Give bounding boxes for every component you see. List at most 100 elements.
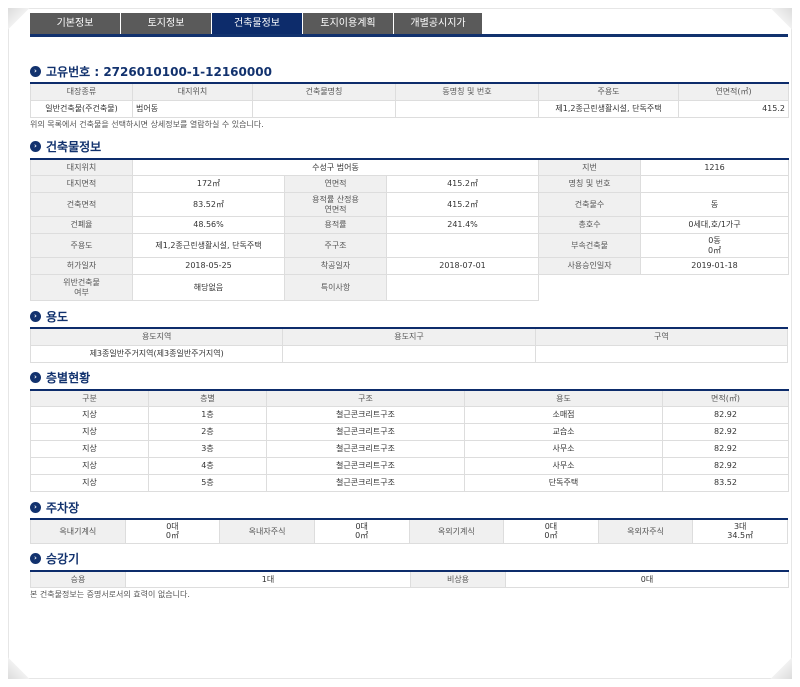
corner-decoration	[8, 657, 30, 679]
tab-bar: 기본정보 토지정보 건축물정보 토지이용계획 개별공시지가	[30, 13, 788, 37]
table-header: 대장종류	[30, 82, 133, 101]
field-value: 0대	[505, 570, 789, 588]
table-cell	[282, 344, 536, 363]
floors-table: 구분 층별 구조 용도 면적(㎡) 지상 1층 철근콘크리트구조 소매점 82.…	[30, 388, 789, 492]
table-cell: 83.52	[662, 474, 789, 492]
ledger-table: 대장종류 대지위치 건축물명칭 동명칭 및 번호 주용도 연면적(㎡) 일반건축…	[30, 82, 789, 118]
field-value: 1216	[640, 158, 790, 176]
section-elevator: › 승강기	[30, 548, 788, 570]
field-label: 주용도	[30, 233, 133, 258]
corner-decoration	[8, 8, 30, 30]
tab-building-info[interactable]: 건축물정보	[212, 13, 302, 34]
table-cell[interactable]: 일반건축물(주건축물)	[30, 99, 133, 118]
field-label: 명칭 및 번호	[538, 175, 642, 193]
field-value: 83.52㎡	[132, 192, 285, 217]
tab-land-info[interactable]: 토지정보	[121, 13, 211, 34]
table-cell: 제3종일반주거지역(제3종일반주거지역)	[29, 344, 284, 363]
ledger-row[interactable]: 일반건축물(주건축물) 범어동 제1,2종근린생활시설, 단독주택 415.2	[30, 99, 789, 118]
usage-table: 용도지역 용도지구 구역 제3종일반주거지역(제3종일반주거지역)	[29, 327, 789, 363]
table-header: 대지위치	[132, 82, 253, 101]
table-cell: 82.92	[662, 440, 789, 458]
field-label: 부속건축물	[538, 233, 642, 258]
field-label: 건축물수	[538, 192, 642, 217]
table-cell: 5층	[148, 474, 267, 492]
table-cell: 지상	[30, 440, 149, 458]
field-label: 특이사항	[284, 274, 387, 301]
field-value	[385, 274, 540, 301]
table-cell[interactable]: 범어동	[132, 99, 253, 118]
field-label: 대지면적	[30, 175, 133, 193]
table-cell: 지상	[30, 457, 149, 475]
section-title: 건축물정보	[46, 140, 102, 154]
field-value: 415.2㎡	[385, 192, 540, 217]
field-value: 0대 0㎡	[313, 518, 410, 544]
section-usage: › 용도	[30, 305, 788, 327]
parking-table: 옥내기계식 0대 0㎡ 옥내자주식 0대 0㎡ 옥외기계식 0대 0㎡ 옥외자주…	[30, 518, 788, 544]
field-label: 건축면적	[30, 192, 133, 217]
table-header: 층별	[148, 389, 267, 407]
section-title: 고유번호 : 2726010100-1-12160000	[46, 64, 272, 79]
field-label: 옥내자주식	[219, 518, 315, 544]
table-header: 용도지역	[29, 327, 284, 346]
content: › 고유번호 : 2726010100-1-12160000 대장종류 대지위치…	[29, 60, 790, 602]
field-value: 1대	[125, 570, 411, 588]
tab-land-use-plan[interactable]: 토지이용계획	[303, 13, 393, 34]
table-row: 지상 3층 철근콘크리트구조 사무소 82.92	[30, 440, 789, 458]
field-label: 위반건축물 여부	[30, 274, 133, 301]
bullet-icon: ›	[30, 141, 41, 152]
field-label: 용적률 산정용 연면적	[284, 192, 387, 217]
field-value	[640, 175, 790, 193]
tab-basic-info[interactable]: 기본정보	[30, 13, 120, 34]
table-header: 동명칭 및 번호	[395, 82, 539, 101]
table-row: 지상 1층 철근콘크리트구조 소매점 82.92	[30, 406, 789, 424]
bullet-icon: ›	[30, 65, 41, 77]
table-cell[interactable]	[252, 99, 396, 118]
field-value	[385, 233, 540, 258]
field-label: 허가일자	[30, 257, 133, 275]
table-cell[interactable]: 제1,2종근린생활시설, 단독주택	[538, 99, 679, 118]
table-header: 면적(㎡)	[662, 389, 789, 407]
building-info-table: 대지위치 수성구 범어동 지번 1216 대지면적 172㎡ 연면적 415.2…	[30, 157, 790, 301]
table-cell: 소매점	[464, 406, 663, 424]
field-label: 대지위치	[30, 158, 133, 176]
table-header: 건축물명칭	[252, 82, 396, 101]
ledger-note: 위의 목록에서 건축물을 선택하시면 상세정보를 열람하실 수 있습니다.	[30, 119, 264, 129]
field-label: 총호수	[538, 216, 642, 234]
bullet-icon: ›	[30, 372, 41, 383]
table-cell: 지상	[30, 474, 149, 492]
table-cell: 철근콘크리트구조	[266, 406, 465, 424]
table-row: 지상 2층 철근콘크리트구조 교습소 82.92	[30, 423, 789, 441]
field-label: 옥외자주식	[597, 518, 694, 544]
table-cell[interactable]: 415.2	[678, 99, 789, 118]
table-cell[interactable]	[395, 99, 539, 118]
section-title: 승강기	[46, 552, 80, 566]
field-label: 승용	[30, 570, 126, 588]
table-header-row: 대장종류 대지위치 건축물명칭 동명칭 및 번호 주용도 연면적(㎡)	[30, 82, 789, 101]
table-cell: 82.92	[662, 457, 789, 475]
field-label: 착공일자	[284, 257, 387, 275]
section-title: 층별현황	[46, 371, 91, 385]
tab-land-price[interactable]: 개별공시지가	[394, 13, 482, 34]
bullet-icon: ›	[30, 310, 41, 322]
table-header: 주용도	[538, 82, 679, 101]
field-value: 2018-05-25	[132, 257, 285, 275]
section-title: 주차장	[46, 500, 80, 515]
section-parking: › 주차장	[30, 496, 788, 518]
field-value: 0동 0㎡	[640, 233, 790, 258]
field-value: 48.56%	[132, 216, 285, 234]
table-cell: 82.92	[662, 406, 789, 424]
field-value: 수성구 범어동	[131, 158, 540, 176]
field-value: 415.2㎡	[385, 175, 540, 193]
table-header: 연면적(㎡)	[678, 82, 789, 101]
table-cell: 철근콘크리트구조	[266, 423, 465, 441]
field-label: 지번	[538, 158, 642, 176]
field-value: 241.4%	[385, 216, 540, 234]
field-value: 2019-01-18	[640, 257, 790, 275]
table-header: 구역	[534, 327, 789, 346]
table-cell: 단독주택	[464, 474, 663, 492]
table-cell: 82.92	[662, 423, 789, 441]
field-value: 172㎡	[132, 175, 285, 193]
table-cell: 1층	[148, 406, 267, 424]
elevator-table: 승용 1대 비상용 0대	[30, 569, 789, 588]
table-cell: 철근콘크리트구조	[266, 474, 465, 492]
